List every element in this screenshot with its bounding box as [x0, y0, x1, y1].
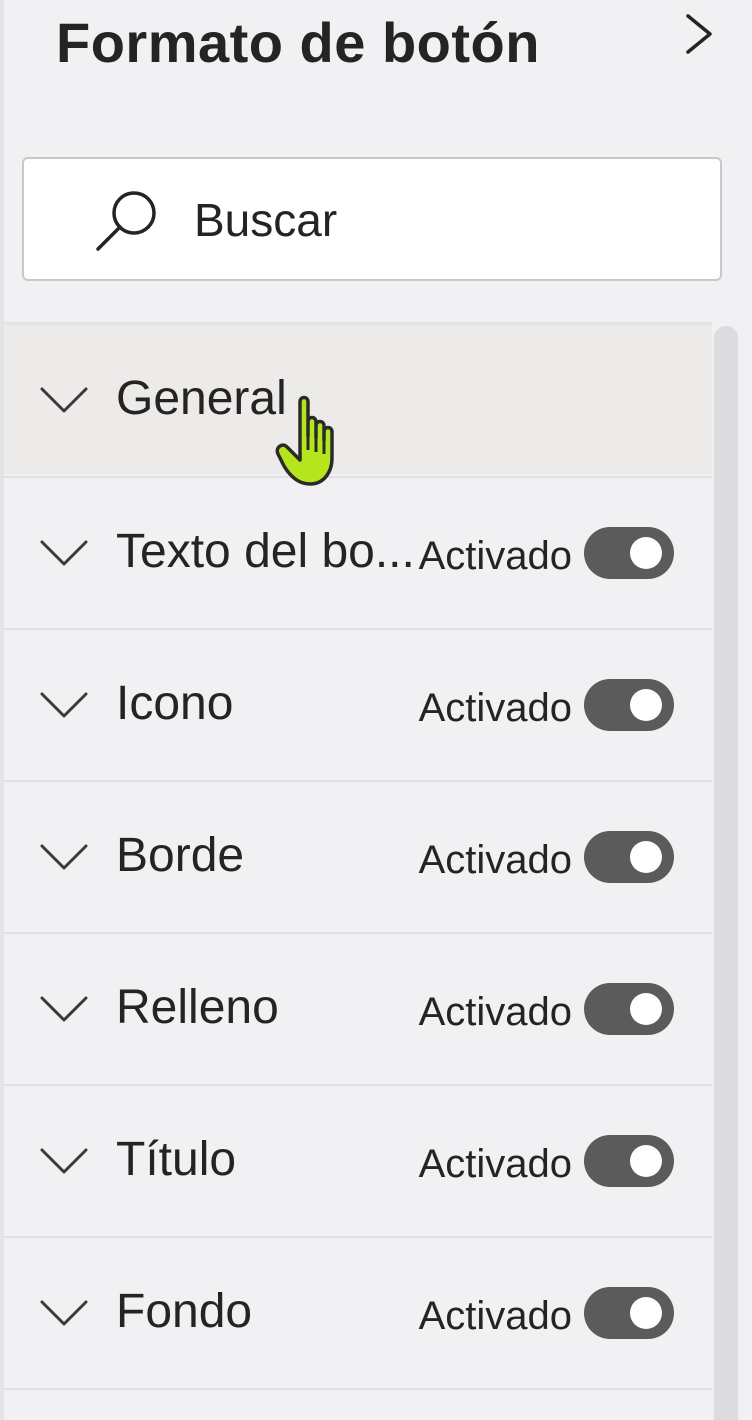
section-label: Icono [116, 677, 234, 730]
toggle-state-label: Activado [418, 990, 572, 1034]
toggle-knob [630, 689, 662, 721]
section-toggle[interactable] [584, 831, 674, 883]
section-border[interactable]: Borde Activado [4, 780, 712, 932]
section-general[interactable]: General [4, 322, 712, 474]
toggle-knob [630, 1297, 662, 1329]
chevron-down-icon[interactable] [38, 990, 90, 1026]
section-toggle[interactable] [584, 1135, 674, 1187]
search-input[interactable] [194, 187, 694, 253]
pane-header: Formato de botón [0, 0, 752, 100]
toggle-state-label: Activado [418, 1142, 572, 1186]
toggle-knob [630, 841, 662, 873]
section-button-text[interactable]: Texto del bo... Activado [4, 476, 712, 628]
section-toggle[interactable] [584, 679, 674, 731]
toggle-state-label: Activado [418, 534, 572, 578]
section-next-partial [4, 1388, 712, 1420]
chevron-down-icon[interactable] [38, 838, 90, 874]
chevron-down-icon[interactable] [38, 381, 90, 417]
section-toggle[interactable] [584, 983, 674, 1035]
format-pane: Formato de botón General Texto del bo...… [0, 0, 752, 1420]
section-toggle[interactable] [584, 1287, 674, 1339]
chevron-down-icon[interactable] [38, 534, 90, 570]
section-background[interactable]: Fondo Activado [4, 1236, 712, 1388]
section-label: General [116, 372, 287, 425]
search-icon [94, 189, 160, 255]
toggle-state-label: Activado [418, 1294, 572, 1338]
vertical-scrollbar[interactable] [714, 326, 738, 1420]
chevron-down-icon[interactable] [38, 1294, 90, 1330]
search-box[interactable] [22, 157, 722, 281]
section-title[interactable]: Título Activado [4, 1084, 712, 1236]
hand-pointer-icon [274, 392, 354, 496]
toggle-knob [630, 537, 662, 569]
page-title: Formato de botón [56, 11, 540, 74]
section-icon[interactable]: Icono Activado [4, 628, 712, 780]
toggle-knob [630, 993, 662, 1025]
chevron-down-icon[interactable] [38, 1142, 90, 1178]
toggle-state-label: Activado [418, 686, 572, 730]
section-fill[interactable]: Relleno Activado [4, 932, 712, 1084]
section-label: Borde [116, 829, 245, 882]
toggle-knob [630, 1145, 662, 1177]
section-label: Relleno [116, 981, 279, 1034]
chevron-right-icon[interactable] [680, 12, 720, 56]
section-label: Fondo [116, 1285, 253, 1338]
section-toggle[interactable] [584, 527, 674, 579]
section-label: Título [116, 1133, 237, 1186]
toggle-state-label: Activado [418, 838, 572, 882]
section-label: Texto del bo... [116, 525, 415, 578]
chevron-down-icon[interactable] [38, 686, 90, 722]
